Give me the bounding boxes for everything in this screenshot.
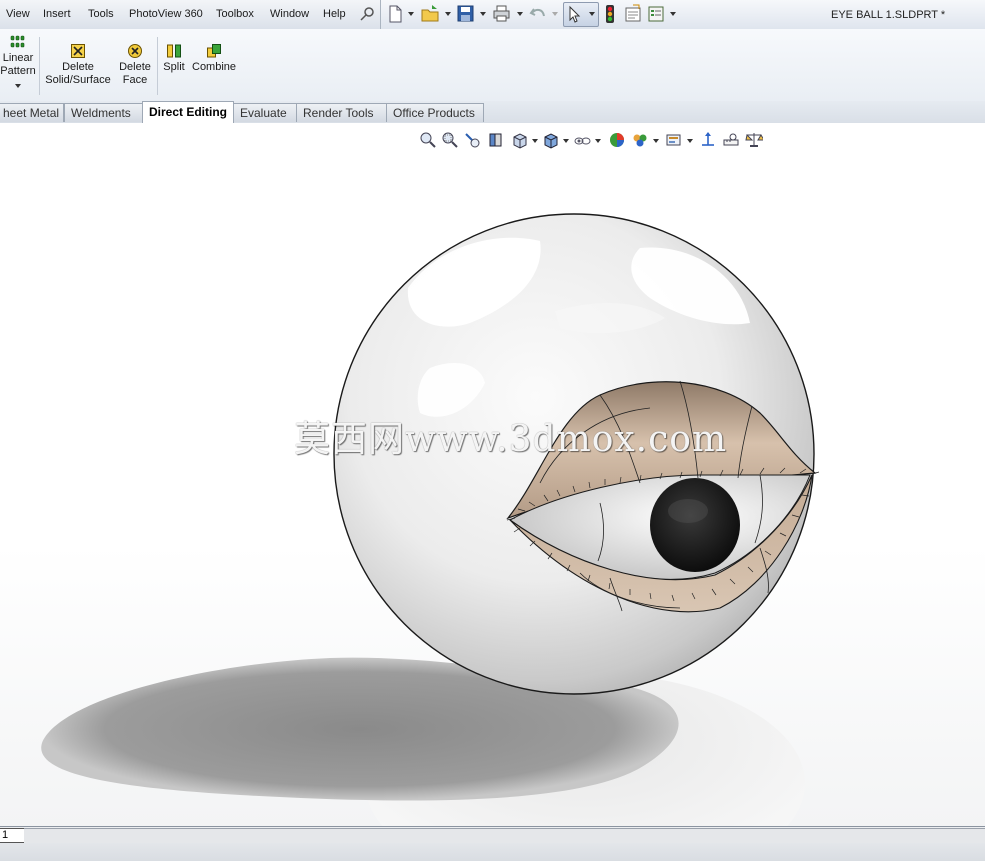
document-title: EYE BALL 1.SLDPRT * [831, 9, 946, 21]
zoom-to-area-icon[interactable] [441, 131, 459, 149]
delete-solid-label-1: Delete [62, 61, 94, 73]
menu-photoview[interactable]: PhotoView 360 [129, 8, 203, 20]
edit-appearance-icon[interactable] [608, 131, 626, 149]
undo-icon[interactable] [528, 3, 548, 25]
main-menu: View Insert Tools PhotoView 360 Toolbox … [0, 0, 381, 29]
select-pointer-icon [569, 5, 581, 23]
menu-toolbox[interactable]: Toolbox [216, 8, 254, 20]
options-icon[interactable] [646, 3, 666, 25]
tab-evaluate[interactable]: Evaluate [233, 103, 297, 122]
rebuild-traffic-light-icon[interactable] [600, 3, 620, 25]
measure-icon[interactable] [722, 131, 740, 149]
command-manager-tabs: heet Metal Weldments Direct Editing Eval… [0, 101, 985, 124]
linear-pattern-button[interactable]: Linear Pattern [0, 34, 36, 88]
tab-render-tools[interactable]: Render Tools [296, 103, 387, 122]
section-view-icon[interactable] [487, 131, 505, 149]
print-icon[interactable] [491, 3, 511, 25]
delete-solid-surface-button[interactable]: Delete Solid/Surface [44, 43, 112, 87]
linear-pattern-dropdown-arrow[interactable] [15, 84, 21, 88]
pupil-sheen [668, 499, 708, 523]
pin-icon[interactable] [359, 6, 375, 22]
status-bar: 1 [0, 826, 985, 861]
select-button[interactable] [563, 2, 599, 27]
menu-bar: View Insert Tools PhotoView 360 Toolbox … [0, 0, 985, 30]
graphics-area[interactable]: 莫西网www.3dmox.com [0, 123, 985, 826]
tab-office-products[interactable]: Office Products [386, 103, 484, 122]
hide-show-dropdown-arrow[interactable] [595, 139, 601, 143]
delete-face-label-2: Face [122, 74, 148, 86]
menu-help[interactable]: Help [323, 8, 346, 20]
options-dropdown-arrow[interactable] [670, 12, 676, 16]
combine-button[interactable]: Combine [192, 43, 236, 74]
delete-face-button[interactable]: Delete Face [115, 43, 155, 87]
new-document-icon[interactable] [385, 3, 405, 25]
split-button[interactable]: Split [161, 43, 187, 74]
print-dropdown-arrow[interactable] [517, 12, 523, 16]
open-dropdown-arrow[interactable] [445, 12, 451, 16]
separator [39, 37, 40, 95]
delete-face-icon [128, 44, 142, 58]
menu-window[interactable]: Window [270, 8, 309, 20]
triad-icon[interactable] [699, 131, 717, 149]
menu-tools[interactable]: Tools [88, 8, 114, 20]
split-icon [167, 44, 181, 58]
previous-view-icon[interactable] [463, 131, 481, 149]
delete-solid-label-2: Solid/Surface [45, 74, 111, 86]
zoom-to-fit-icon[interactable] [419, 131, 437, 149]
combine-icon [207, 44, 221, 58]
combine-label: Combine [192, 61, 237, 73]
separator [157, 37, 158, 95]
menu-view[interactable]: View [6, 8, 30, 20]
view-orientation-dropdown-arrow[interactable] [532, 139, 538, 143]
split-label: Split [163, 61, 185, 73]
display-style-dropdown-arrow[interactable] [563, 139, 569, 143]
delete-face-label-1: Delete [119, 61, 151, 73]
apply-scene-icon[interactable] [631, 131, 649, 149]
delete-solid-icon [71, 44, 85, 58]
tab-weldments[interactable]: Weldments [64, 103, 144, 122]
linear-pattern-label-2: Pattern [0, 65, 36, 77]
horizontal-scrollbar[interactable] [24, 828, 985, 843]
watermark-text: 莫西网www.3dmox.com [294, 419, 728, 460]
view-settings-dropdown-arrow[interactable] [687, 139, 693, 143]
undo-dropdown-arrow[interactable] [552, 12, 558, 16]
tab-direct-editing[interactable]: Direct Editing [142, 101, 234, 124]
linear-pattern-icon [10, 35, 25, 48]
sheet-tab[interactable]: 1 [0, 828, 25, 843]
pupil[interactable] [650, 478, 740, 572]
select-dropdown-arrow[interactable] [589, 12, 595, 16]
tab-sheet-metal[interactable]: heet Metal [0, 103, 64, 122]
menu-insert[interactable]: Insert [43, 8, 71, 20]
view-settings-icon[interactable] [665, 131, 683, 149]
save-icon[interactable] [455, 3, 475, 25]
display-style-icon[interactable] [542, 131, 560, 149]
eyeball-model-render[interactable] [0, 123, 985, 826]
hide-show-items-icon[interactable] [573, 131, 591, 149]
view-orientation-icon[interactable] [511, 131, 529, 149]
command-manager: Linear Pattern Delete Solid/Surface Dele… [0, 29, 985, 102]
apply-scene-dropdown-arrow[interactable] [653, 139, 659, 143]
heads-up-view-toolbar [417, 129, 777, 151]
linear-pattern-label-1: Linear [2, 52, 34, 64]
file-properties-icon[interactable] [623, 3, 643, 25]
new-dropdown-arrow[interactable] [408, 12, 414, 16]
open-folder-icon[interactable] [420, 3, 440, 25]
save-dropdown-arrow[interactable] [480, 12, 486, 16]
mass-properties-icon[interactable] [745, 131, 763, 149]
